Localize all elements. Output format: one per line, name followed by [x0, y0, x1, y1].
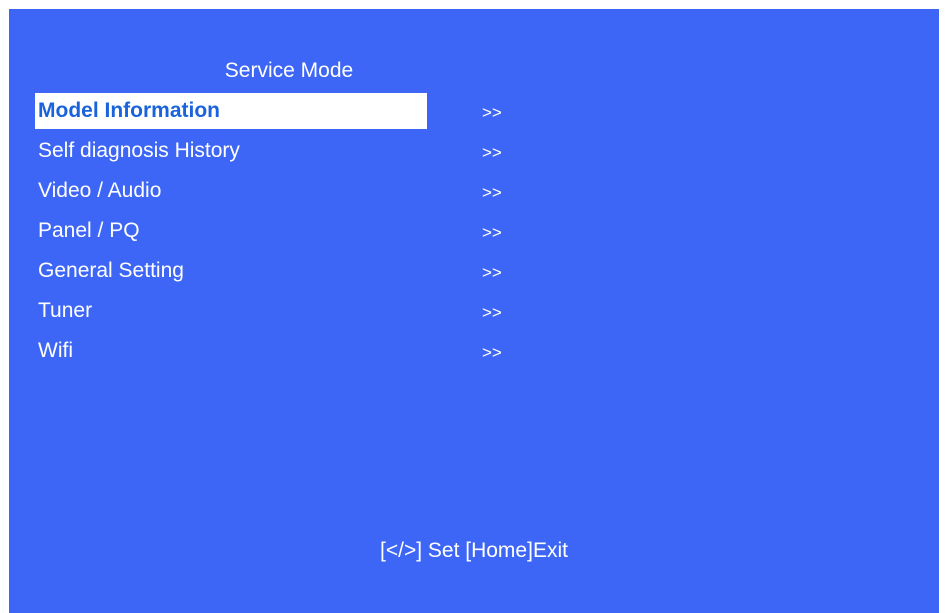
- page-title: Service Mode: [224, 59, 354, 82]
- menu-item-label: General Setting: [38, 259, 184, 282]
- menu-item-model-information[interactable]: Model Information >>: [35, 91, 515, 131]
- menu-item-tuner[interactable]: Tuner >>: [35, 291, 515, 331]
- submenu-arrow-icon: >>: [482, 143, 502, 162]
- menu-item-label: Tuner: [38, 299, 93, 322]
- submenu-arrow-icon: >>: [482, 343, 502, 362]
- menu-item-wifi[interactable]: Wifi >>: [35, 331, 515, 371]
- menu-item-label: Video / Audio: [38, 179, 162, 202]
- submenu-arrow-icon: >>: [482, 183, 502, 202]
- menu-item-label: Panel / PQ: [38, 219, 140, 242]
- top-strip: [0, 0, 948, 9]
- menu-item-general-setting[interactable]: General Setting >>: [35, 251, 515, 291]
- menu-item-video-audio[interactable]: Video / Audio >>: [35, 171, 515, 211]
- service-mode-screen: Service Mode Model Information >> Self d…: [9, 9, 939, 613]
- menu-item-panel-pq[interactable]: Panel / PQ >>: [35, 211, 515, 251]
- submenu-arrow-icon: >>: [482, 223, 502, 242]
- submenu-arrow-icon: >>: [482, 103, 502, 122]
- submenu-arrow-icon: >>: [482, 303, 502, 322]
- submenu-arrow-icon: >>: [482, 263, 502, 282]
- menu-item-label: Self diagnosis History: [38, 139, 240, 162]
- menu-item-self-diagnosis-history[interactable]: Self diagnosis History >>: [35, 131, 515, 171]
- menu-item-label: Model Information: [35, 93, 427, 129]
- service-menu: Model Information >> Self diagnosis Hist…: [35, 91, 515, 371]
- menu-item-label: Wifi: [38, 339, 73, 362]
- key-hint-footer: [</>] Set [Home]Exit: [380, 539, 568, 562]
